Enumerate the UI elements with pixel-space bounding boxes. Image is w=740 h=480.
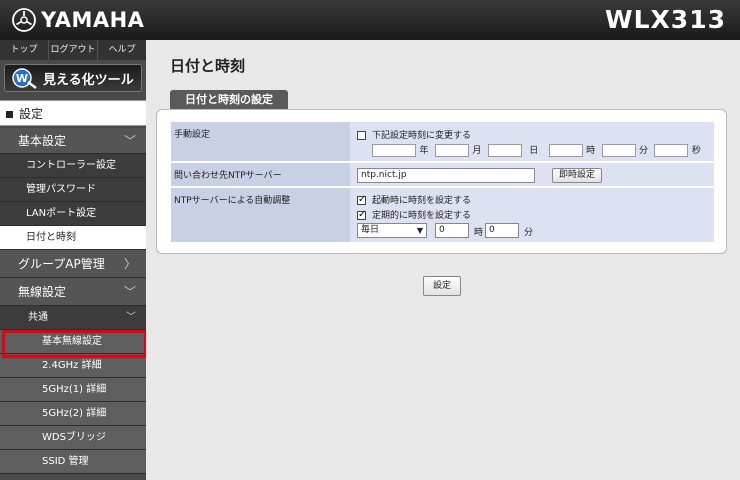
sync-periodic-checkbox[interactable] [357, 209, 366, 220]
visualization-icon: W [12, 68, 37, 89]
ntp-auto-adjust-cell: 起動時に時刻を設定する 定期的に時刻を設定する 毎日 ▼ 0 時 0 分 [350, 188, 714, 243]
model-name: WLX313 [605, 5, 726, 34]
sidebar-item-wds-bridge[interactable]: WDSブリッジ [0, 426, 146, 450]
top-links: トップ ログアウト ヘルプ [0, 40, 146, 60]
sidebar-item-label: WDSブリッジ [42, 432, 106, 443]
sidebar-item-label: 5GHz(1) 詳細 [42, 384, 107, 395]
second-input[interactable] [654, 144, 689, 157]
hour-input[interactable] [548, 144, 583, 157]
chevron-down-icon: ﹀ [123, 134, 136, 148]
yamaha-logo[interactable]: YAMAHA [12, 7, 144, 33]
ntp-auto-adjust-label: NTPサーバーによる自動調整 [171, 188, 350, 243]
ntp-server-cell: ntp.nict.jp 即時設定 [350, 163, 714, 187]
minute-input[interactable] [601, 144, 636, 157]
manual-setting-cell: 下記設定時刻に変更する 年 月 日 時 分 秒 [350, 122, 714, 162]
year-input[interactable] [372, 144, 416, 157]
visualization-tool-button[interactable]: W 見える化ツール [4, 64, 142, 92]
hour-unit: 時 [586, 146, 596, 156]
sidebar-item-label: グループAP管理 [18, 257, 105, 271]
sync-on-boot-checkbox[interactable] [357, 194, 366, 205]
chevron-down-icon: ▼ [416, 226, 423, 235]
top-link-logout[interactable]: ログアウト [49, 40, 98, 60]
ntp-server-input[interactable]: ntp.nict.jp [357, 168, 535, 183]
sidebar-item-label: LANポート設定 [26, 208, 97, 219]
sync-periodic-option: 定期的に時刻を設定する [357, 208, 471, 221]
sync-hour-unit: 時 [474, 228, 484, 238]
submit-button[interactable]: 設定 [423, 276, 461, 296]
year-unit: 年 [419, 146, 429, 156]
sidebar-item-lan-port[interactable]: LANポート設定 [0, 202, 146, 226]
sidebar-item-label: SSID 管理 [42, 456, 89, 467]
sidebar-item-label: 共通 [28, 312, 48, 323]
sidebar-item-group-ap[interactable]: グループAP管理 〉 [0, 250, 146, 278]
sidebar-item-ssid-management[interactable]: SSID 管理 [0, 450, 146, 474]
manual-setting-label: 手動設定 [171, 122, 350, 162]
sidebar: トップ ログアウト ヘルプ W 見える化ツール 設定 基本設定 ﹀ コントローラ… [0, 40, 146, 480]
month-unit: 月 [472, 146, 482, 156]
tuning-fork-emblem-icon [12, 8, 36, 32]
manual-datetime-fields: 年 月 日 時 分 秒 [372, 143, 704, 157]
sidebar-item-controller-settings[interactable]: コントローラー設定 [0, 154, 146, 178]
sidebar-item-label: 無線設定 [18, 285, 67, 299]
page-title: 日付と時刻 [170, 57, 246, 75]
day-unit: 日 [529, 146, 539, 156]
app-header: YAMAHA WLX313 [0, 0, 740, 40]
annotation-highlight-box [2, 330, 147, 358]
main-content: 日付と時刻 日付と時刻の設定 手動設定 下記設定時刻に変更する 年 月 日 時 … [146, 40, 740, 480]
svg-text:W: W [16, 72, 28, 85]
sync-interval-select[interactable]: 毎日 ▼ [357, 223, 427, 238]
sidebar-item-5ghz1-detail[interactable]: 5GHz(1) 詳細 [0, 378, 146, 402]
manual-change-label: 下記設定時刻に変更する [372, 131, 472, 141]
manual-change-checkbox[interactable] [357, 131, 366, 140]
top-link-top[interactable]: トップ [0, 40, 49, 60]
sync-on-boot-option: 起動時に時刻を設定する [357, 193, 471, 206]
sidebar-item-basic-settings[interactable]: 基本設定 ﹀ [0, 128, 146, 154]
sync-periodic-label: 定期的に時刻を設定する [372, 211, 472, 221]
top-link-help[interactable]: ヘルプ [98, 40, 146, 60]
sidebar-item-label: 5GHz(2) 詳細 [42, 408, 107, 419]
sidebar-item-label: 管理パスワード [26, 184, 96, 195]
sidebar-item-label: 基本設定 [18, 134, 67, 148]
sync-minute-unit: 分 [524, 228, 534, 238]
tab-date-time-settings[interactable]: 日付と時刻の設定 [170, 90, 288, 109]
settings-section-title: 設定 [19, 107, 44, 121]
settings-panel: 手動設定 下記設定時刻に変更する 年 月 日 時 分 秒 問い合わせ先NTPサー… [156, 109, 727, 254]
sidebar-item-admin-password[interactable]: 管理パスワード [0, 178, 146, 202]
square-bullet-icon [6, 111, 13, 118]
sidebar-item-5ghz2-detail[interactable]: 5GHz(2) 詳細 [0, 402, 146, 426]
sidebar-item-label: コントローラー設定 [26, 160, 116, 171]
chevron-down-icon: ﹀ [126, 312, 136, 323]
brand-name: YAMAHA [41, 8, 145, 32]
sidebar-item-label: 日付と時刻 [26, 232, 76, 243]
sidebar-item-wireless-settings[interactable]: 無線設定 ﹀ [0, 278, 146, 306]
sync-on-boot-label: 起動時に時刻を設定する [372, 196, 472, 206]
ntp-server-label: 問い合わせ先NTPサーバー [171, 163, 350, 187]
sync-interval-value: 毎日 [361, 225, 380, 235]
chevron-right-icon: 〉 [123, 257, 136, 271]
second-unit: 秒 [691, 146, 701, 156]
month-input[interactable] [434, 144, 469, 157]
sync-now-button[interactable]: 即時設定 [552, 168, 602, 183]
manual-change-option: 下記設定時刻に変更する [357, 128, 471, 141]
sidebar-item-date-time[interactable]: 日付と時刻 [0, 226, 146, 250]
visualization-tool-label: 見える化ツール [43, 72, 134, 88]
chevron-down-icon: ﹀ [123, 285, 136, 299]
sync-minute-input[interactable]: 0 [485, 223, 519, 238]
sync-hour-input[interactable]: 0 [435, 223, 469, 238]
day-input[interactable] [487, 144, 522, 157]
sidebar-item-common[interactable]: 共通 ﹀ [0, 306, 146, 330]
settings-section-header: 設定 [0, 100, 146, 126]
minute-unit: 分 [638, 146, 648, 156]
